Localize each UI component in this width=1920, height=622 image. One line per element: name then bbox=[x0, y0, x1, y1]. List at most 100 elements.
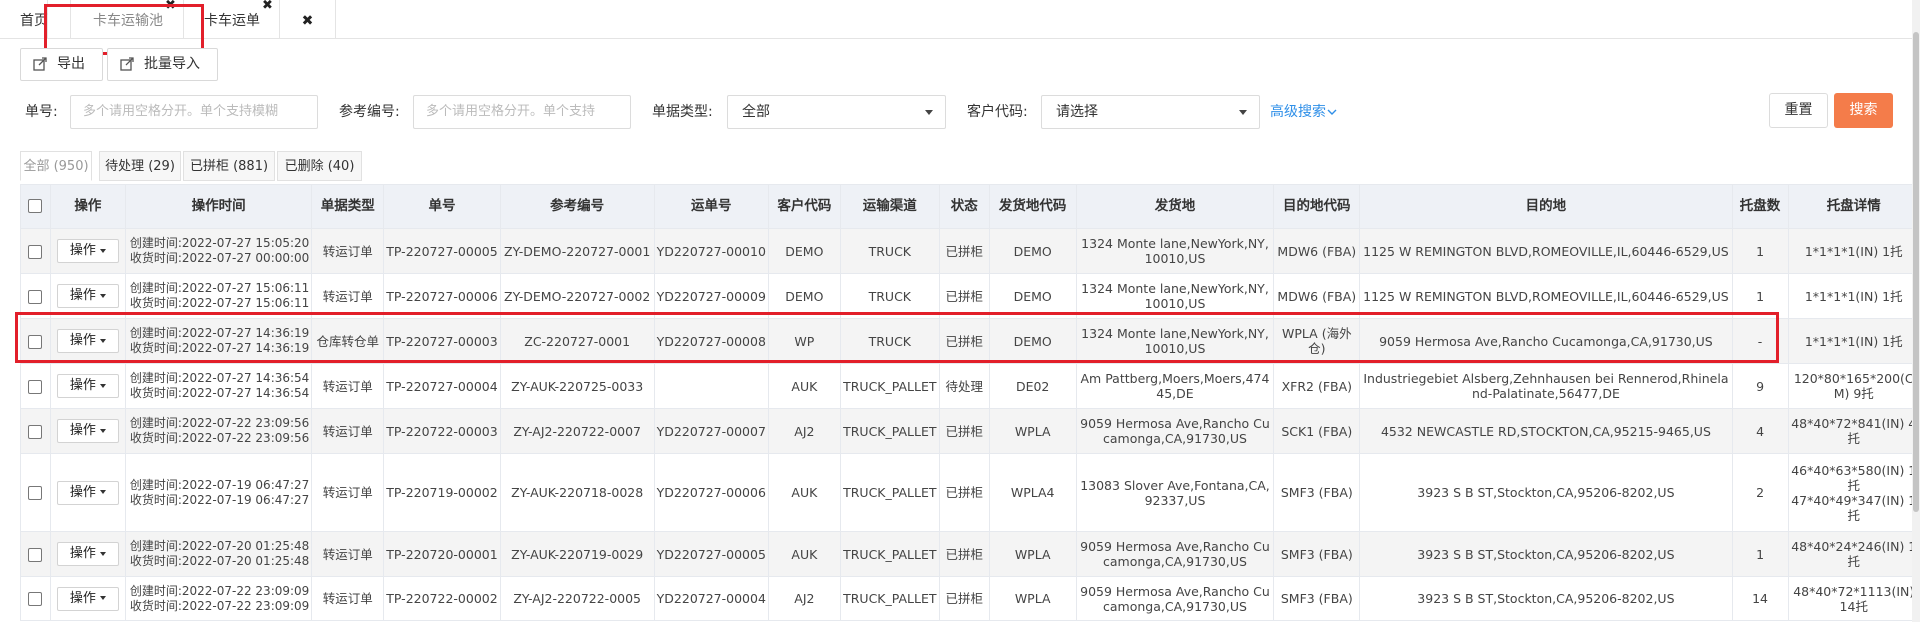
origin-code-cell: WPLA4 bbox=[988, 453, 1077, 532]
column-header: 运输渠道 bbox=[839, 184, 940, 229]
received-time: 收货时间:2022-07-27 15:06:11 bbox=[129, 296, 310, 310]
ref-no-cell: ZY-DEMO-220727-0001 bbox=[499, 228, 655, 274]
order-no-cell: TP-220722-00003 bbox=[383, 408, 501, 454]
dest-cell: 3923 S B ST,Stockton,CA,95206-8202,US bbox=[1359, 531, 1733, 577]
origin-cell: 9059 Hermosa Ave,Rancho Cucamonga,CA,917… bbox=[1075, 531, 1275, 577]
op-label: 操作 bbox=[69, 546, 96, 561]
op-cell: 操作 bbox=[49, 318, 126, 364]
caret-down-icon bbox=[99, 428, 106, 433]
close-icon[interactable]: ✖ bbox=[302, 13, 314, 29]
dest-cell: 3923 S B ST,Stockton,CA,95206-8202,US bbox=[1359, 576, 1733, 621]
caret-down-icon bbox=[99, 293, 106, 298]
customer-code-select[interactable]: 请选择 bbox=[1041, 95, 1260, 129]
checkbox[interactable] bbox=[28, 244, 43, 259]
checkbox[interactable] bbox=[28, 199, 43, 213]
order-no-input[interactable]: 多个请用空格分开。单个支持模糊 bbox=[70, 95, 318, 129]
row-checkbox-cell[interactable] bbox=[20, 228, 51, 274]
ref-no-cell: ZY-AJ2-220722-0005 bbox=[499, 576, 655, 621]
operation-dropdown-button[interactable]: 操作 bbox=[56, 374, 119, 398]
time-cell: 创建时间:2022-07-27 14:36:19 收货时间:2022-07-27 … bbox=[124, 318, 313, 364]
op-label: 操作 bbox=[69, 333, 96, 348]
select-all-checkbox[interactable] bbox=[20, 184, 51, 229]
row-checkbox-cell[interactable] bbox=[20, 408, 51, 454]
operation-dropdown-button[interactable]: 操作 bbox=[56, 480, 119, 505]
doc-type-select[interactable]: 全部 bbox=[727, 95, 946, 129]
origin-code-cell: DEMO bbox=[988, 228, 1077, 274]
origin-cell: 1324 Monte lane,NewYork,NY,10010,US bbox=[1075, 318, 1275, 364]
search-button[interactable]: 搜索 bbox=[1834, 93, 1893, 128]
checkbox[interactable] bbox=[28, 379, 43, 394]
customer-code-value: 请选择 bbox=[1056, 104, 1098, 120]
status-tab-all[interactable]: 全部 (950) bbox=[20, 151, 92, 181]
checkbox[interactable] bbox=[28, 592, 43, 607]
row-checkbox-cell[interactable] bbox=[20, 318, 51, 364]
column-header: 托盘数 bbox=[1731, 184, 1789, 229]
origin-code-cell: WPLA bbox=[988, 408, 1077, 454]
export-button[interactable]: 导出 bbox=[20, 48, 103, 81]
order-table: 操作 操作时间 单据类型 单号 参考编号 运单号 客户代码 运输渠道 状态 发货… bbox=[20, 184, 1920, 621]
checkbox[interactable] bbox=[28, 334, 43, 349]
checkbox[interactable] bbox=[28, 289, 43, 304]
checkbox[interactable] bbox=[28, 486, 43, 501]
advanced-search-link[interactable]: 高级搜索 bbox=[1270, 101, 1337, 121]
operation-dropdown-button[interactable]: 操作 bbox=[56, 419, 119, 443]
row-checkbox-cell[interactable] bbox=[20, 453, 51, 532]
doc-type-value: 全部 bbox=[742, 104, 770, 120]
pallet-count-cell: 9 bbox=[1731, 363, 1789, 409]
export-label: 导出 bbox=[57, 56, 85, 72]
batch-import-button[interactable]: 批量导入 bbox=[107, 48, 218, 81]
operation-dropdown-button[interactable]: 操作 bbox=[56, 329, 119, 353]
operation-dropdown-button[interactable]: 操作 bbox=[56, 239, 119, 263]
status-tab-pending[interactable]: 待处理 (29) bbox=[99, 151, 181, 181]
row-checkbox-cell[interactable] bbox=[20, 273, 51, 319]
reset-button[interactable]: 重置 bbox=[1769, 93, 1828, 128]
tab-truck-pool-label: 卡车运输池 bbox=[93, 13, 163, 29]
ref-no-cell: ZY-AUK-220719-0029 bbox=[499, 531, 655, 577]
status-cell: 已拼柜 bbox=[938, 576, 990, 621]
customer-code-cell: DEMO bbox=[767, 273, 841, 319]
tab-truck-pool[interactable]: 卡车运输池 ✖ bbox=[70, 0, 184, 38]
op-label: 操作 bbox=[69, 590, 96, 606]
checkbox[interactable] bbox=[28, 547, 43, 562]
dest-code-cell: SMF3 (FBA) bbox=[1273, 531, 1361, 577]
doc-type-cell: 仓库转仓单 bbox=[311, 318, 385, 364]
column-header: 目的地 bbox=[1359, 184, 1733, 229]
close-icon[interactable]: ✖ bbox=[262, 0, 273, 16]
row-checkbox-cell[interactable] bbox=[20, 576, 51, 621]
status-cell: 待处理 bbox=[938, 363, 990, 409]
checkbox[interactable] bbox=[28, 424, 43, 439]
operation-dropdown-button[interactable]: 操作 bbox=[56, 586, 119, 611]
order-no-cell: TP-220727-00006 bbox=[383, 273, 501, 319]
channel-cell: TRUCK_PALLET bbox=[839, 363, 940, 409]
table-row: 操作 创建时间:2022-07-27 15:06:11 收货时间:2022-07-2… bbox=[20, 273, 1920, 319]
origin-code-cell: DEMO bbox=[988, 318, 1077, 364]
time-cell: 创建时间:2022-07-27 15:05:20 收货时间:2022-07-27 … bbox=[124, 228, 313, 274]
waybill-cell: YD220727-00010 bbox=[653, 228, 769, 274]
waybill-cell bbox=[653, 363, 769, 409]
row-checkbox-cell[interactable] bbox=[20, 363, 51, 409]
status-tab-consolidated[interactable]: 已拼柜 (881) bbox=[183, 151, 275, 181]
time-cell: 创建时间:2022-07-19 06:47:27 收货时间:2022-07-19 … bbox=[124, 453, 313, 532]
customer-code-cell: WP bbox=[767, 318, 841, 364]
status-tab-deleted[interactable]: 已删除 (40) bbox=[277, 151, 362, 181]
tab-home[interactable]: 首页 bbox=[0, 0, 48, 38]
close-icon[interactable]: ✖ bbox=[165, 0, 176, 16]
row-checkbox-cell[interactable] bbox=[20, 531, 51, 577]
received-time: 收货时间:2022-07-27 14:36:54 bbox=[129, 386, 310, 400]
pallet-detail-cell: 48*40*72*1113(IN) 14托 bbox=[1787, 576, 1920, 621]
channel-cell: TRUCK_PALLET bbox=[839, 576, 940, 621]
operation-dropdown-button[interactable]: 操作 bbox=[56, 542, 119, 566]
scrollbar-thumb[interactable] bbox=[1913, 32, 1919, 512]
ref-no-input[interactable]: 多个请用空格分开。单个支持 bbox=[413, 95, 631, 129]
operation-dropdown-button[interactable]: 操作 bbox=[56, 284, 119, 308]
close-all-tabs-button[interactable]: ✖ bbox=[280, 0, 336, 38]
waybill-cell: YD220727-00007 bbox=[653, 408, 769, 454]
channel-cell: TRUCK_PALLET bbox=[839, 408, 940, 454]
pallet-detail-cell: 46*40*63*580(IN) 1托 47*40*49*347(IN) 1托 bbox=[1787, 453, 1920, 532]
tab-truck-waybill[interactable]: 卡车运单 ✖ bbox=[184, 0, 280, 38]
caret-down-icon bbox=[99, 248, 106, 253]
op-label: 操作 bbox=[69, 378, 96, 393]
received-time: 收货时间:2022-07-19 06:47:27 bbox=[129, 492, 310, 507]
created-time: 创建时间:2022-07-27 15:06:11 bbox=[129, 281, 310, 295]
table-row: 操作 创建时间:2022-07-27 14:36:54 收货时间:2022-07-2… bbox=[20, 363, 1920, 409]
